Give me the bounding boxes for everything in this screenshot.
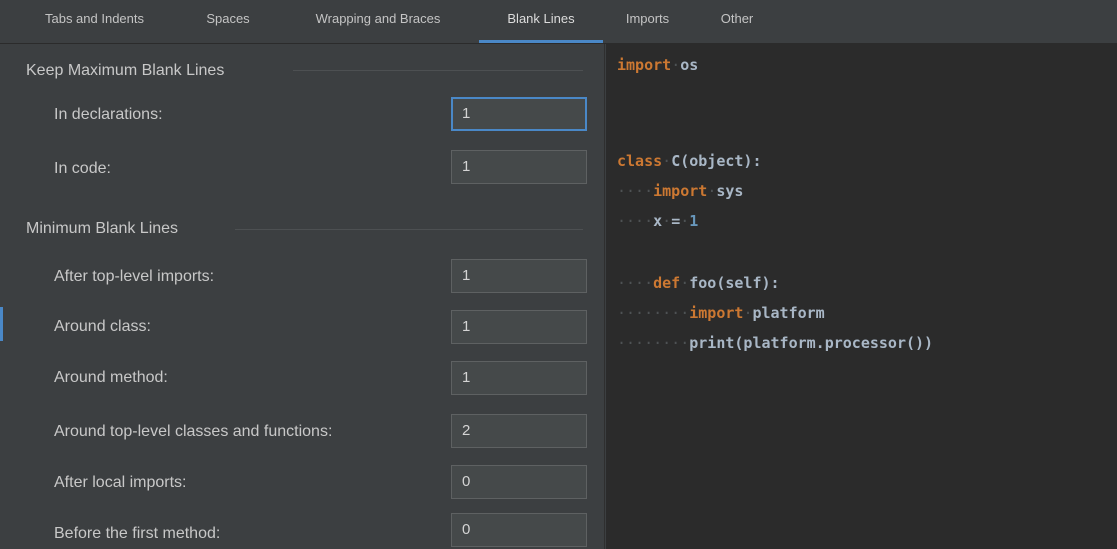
code-line: ····def·foo(self): <box>617 273 780 293</box>
around-method-label: Around method: <box>54 369 168 386</box>
code-text: foo(self): <box>689 274 780 292</box>
whitespace-marker: · <box>680 212 690 230</box>
around-top-level-classes-label: Around top-level classes and functions: <box>54 423 333 440</box>
code-text: = <box>671 212 681 230</box>
after-top-level-imports-label: After top-level imports: <box>54 268 215 285</box>
before-first-method-label: Before the first method: <box>54 525 221 542</box>
whitespace-marker: ···· <box>617 182 654 200</box>
code-keyword: import <box>653 182 708 200</box>
code-number: 1 <box>689 212 699 230</box>
code-line: import·os <box>617 55 698 75</box>
minimum-section-title: Minimum Blank Lines <box>26 220 179 237</box>
settings-tab-bar: Tabs and Indents Spaces Wrapping and Bra… <box>0 0 1117 44</box>
code-line: class·C(object): <box>617 151 762 171</box>
whitespace-marker: ········ <box>617 334 690 352</box>
scroll-indicator <box>0 307 3 341</box>
code-text: C(object): <box>671 152 762 170</box>
tab-other[interactable]: Other <box>712 0 762 43</box>
tab-blank-lines[interactable]: Blank Lines <box>479 0 603 43</box>
after-local-imports-input[interactable]: 0 <box>451 465 587 499</box>
blank-lines-settings-panel: Keep Maximum Blank Lines In declarations… <box>0 44 605 549</box>
section-divider <box>235 229 583 230</box>
in-code-input[interactable]: 1 <box>451 150 587 184</box>
tab-wrapping-and-braces[interactable]: Wrapping and Braces <box>295 0 461 43</box>
whitespace-marker: · <box>662 212 672 230</box>
in-declarations-input[interactable]: 1 <box>451 97 587 131</box>
keep-maximum-section-title: Keep Maximum Blank Lines <box>26 62 225 79</box>
whitespace-marker: · <box>707 182 717 200</box>
code-keyword: import <box>689 304 744 322</box>
section-divider <box>293 70 583 71</box>
code-keyword: def <box>653 274 681 292</box>
code-preview-editor[interactable]: import·os class·C(object): ····import·sys ·… <box>606 44 1117 549</box>
tab-spaces[interactable]: Spaces <box>197 0 259 43</box>
whitespace-marker: ········ <box>617 304 690 322</box>
code-text: print(platform.processor()) <box>689 334 934 352</box>
code-line: ····x·=·1 <box>617 211 698 231</box>
in-declarations-label: In declarations: <box>54 106 163 123</box>
tab-tabs-and-indents[interactable]: Tabs and Indents <box>32 0 157 43</box>
tab-imports[interactable]: Imports <box>615 0 680 43</box>
around-class-label: Around class: <box>54 318 151 335</box>
in-code-label: In code: <box>54 160 111 177</box>
whitespace-marker: · <box>671 56 681 74</box>
whitespace-marker: · <box>680 274 690 292</box>
code-line: ····import·sys <box>617 181 743 201</box>
around-top-level-classes-input[interactable]: 2 <box>451 414 587 448</box>
code-line: ········import·platform <box>617 303 825 323</box>
after-local-imports-label: After local imports: <box>54 474 187 491</box>
code-keyword: class <box>617 152 663 170</box>
before-first-method-input[interactable]: 0 <box>451 513 587 547</box>
whitespace-marker: ···· <box>617 212 654 230</box>
code-text: os <box>680 56 699 74</box>
code-keyword: import <box>617 56 672 74</box>
code-line: ········print(platform.processor()) <box>617 333 933 353</box>
around-class-input[interactable]: 1 <box>451 310 587 344</box>
whitespace-marker: · <box>662 152 672 170</box>
around-method-input[interactable]: 1 <box>451 361 587 395</box>
after-top-level-imports-input[interactable]: 1 <box>451 259 587 293</box>
whitespace-marker: ···· <box>617 274 654 292</box>
code-text: platform <box>752 304 825 322</box>
code-text: x <box>653 212 663 230</box>
code-text: sys <box>716 182 744 200</box>
